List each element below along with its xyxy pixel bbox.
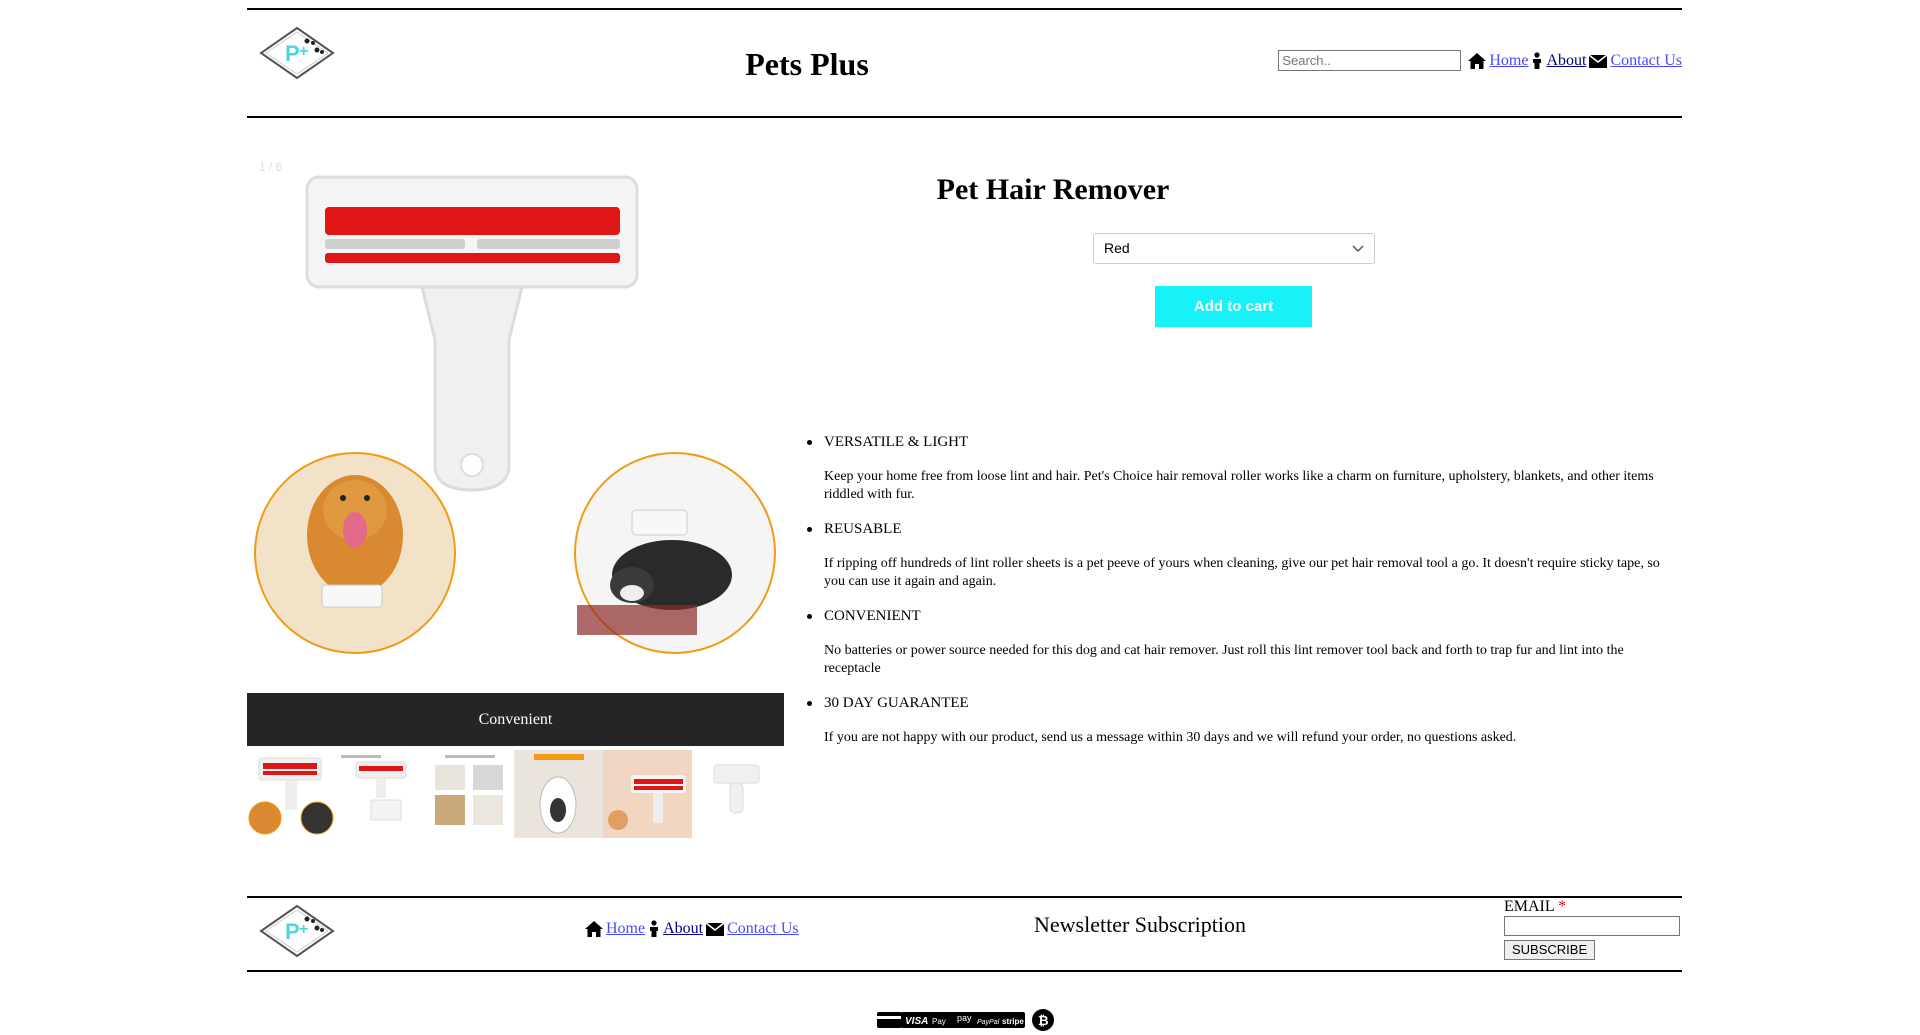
nav-contact-link[interactable]: Contact Us xyxy=(1610,52,1682,70)
bullet-icon xyxy=(807,701,812,706)
chevron-down-icon xyxy=(1352,245,1364,253)
list-item: REUSABLE If ripping off hundreds of lint… xyxy=(807,520,1677,591)
home-icon[interactable] xyxy=(1467,52,1487,70)
person-icon[interactable] xyxy=(1530,51,1544,70)
nav-home-link[interactable]: Home xyxy=(1489,52,1528,70)
footer-nav: Home About Contact Us xyxy=(584,920,799,938)
feature-title: VERSATILE & LIGHT xyxy=(824,434,969,450)
email-field[interactable] xyxy=(1504,916,1680,936)
email-label: EMAIL * xyxy=(1504,898,1566,916)
payment-label: pay xyxy=(957,1013,972,1023)
feature-title: REUSABLE xyxy=(824,521,902,537)
header-nav: Home About Contact Us xyxy=(1278,50,1682,71)
payment-label: Pay xyxy=(932,1017,946,1026)
feature-title: 30 DAY GUARANTEE xyxy=(824,695,969,711)
bullet-icon xyxy=(807,527,812,532)
color-select[interactable]: Red xyxy=(1093,233,1375,264)
feature-description: Keep your home free from loose lint and … xyxy=(824,469,1654,502)
bullet-icon xyxy=(807,614,812,619)
footer-about-link[interactable]: About xyxy=(663,920,703,938)
required-mark: * xyxy=(1558,898,1567,915)
newsletter-title: Newsletter Subscription xyxy=(1034,912,1247,937)
product-gallery: 1 / 6 Convenient xyxy=(247,150,784,838)
thumbnail[interactable] xyxy=(692,750,781,838)
feature-description: No batteries or power source needed for … xyxy=(824,643,1624,676)
slide-caption: Convenient xyxy=(247,693,784,746)
thumbnail[interactable] xyxy=(514,750,603,838)
add-to-cart-button[interactable]: Add to cart xyxy=(1155,286,1312,327)
envelope-icon[interactable] xyxy=(1588,52,1608,70)
site-footer: P + Home About Contact Us Newsletter Sub… xyxy=(247,896,1682,972)
thumbnail[interactable] xyxy=(247,750,336,838)
svg-text:P: P xyxy=(285,919,300,944)
person-icon[interactable] xyxy=(647,920,661,938)
email-label-text: EMAIL xyxy=(1504,898,1555,915)
bullet-icon xyxy=(807,440,812,445)
thumbnail-strip xyxy=(247,750,784,838)
feature-description: If ripping off hundreds of lint roller s… xyxy=(824,556,1660,589)
payment-label: VISA xyxy=(905,1016,928,1027)
feature-list: VERSATILE & LIGHT Keep your home free fr… xyxy=(807,433,1677,763)
list-item: 30 DAY GUARANTEE If you are not happy wi… xyxy=(807,694,1677,747)
slide-counter: 1 / 6 xyxy=(259,160,283,174)
payment-label: PayPal xyxy=(977,1019,1000,1026)
feature-description: If you are not happy with our product, s… xyxy=(824,730,1517,745)
product-title: Pet Hair Remover xyxy=(936,173,1170,206)
footer-home-link[interactable]: Home xyxy=(606,920,645,938)
search-input[interactable] xyxy=(1278,50,1462,71)
nav-about-link[interactable]: About xyxy=(1546,52,1586,70)
site-title: Pets Plus xyxy=(745,46,869,82)
svg-text:₿: ₿ xyxy=(1038,1013,1049,1028)
color-select-value: Red xyxy=(1104,240,1130,256)
thumbnail[interactable] xyxy=(425,750,514,838)
pets-plus-logo[interactable]: P + xyxy=(259,904,335,958)
payment-label: stripe xyxy=(1002,1017,1024,1026)
thumbnail[interactable] xyxy=(336,750,425,838)
subscribe-button[interactable]: SUBSCRIBE xyxy=(1504,940,1596,960)
footer-contact-link[interactable]: Contact Us xyxy=(727,920,799,938)
site-header: P + Pets Plus Home About Contact Us xyxy=(247,8,1682,118)
svg-text:+: + xyxy=(299,921,308,938)
payment-methods-icon: VISA Pay pay PayPal stripe ₿ xyxy=(877,1009,1054,1031)
thumbnail[interactable] xyxy=(603,750,692,838)
list-item: VERSATILE & LIGHT Keep your home free fr… xyxy=(807,433,1677,504)
product-main-image[interactable] xyxy=(247,165,784,695)
envelope-icon[interactable] xyxy=(705,920,725,938)
home-icon[interactable] xyxy=(584,920,604,938)
feature-title: CONVENIENT xyxy=(824,608,921,624)
list-item: CONVENIENT No batteries or power source … xyxy=(807,607,1677,678)
